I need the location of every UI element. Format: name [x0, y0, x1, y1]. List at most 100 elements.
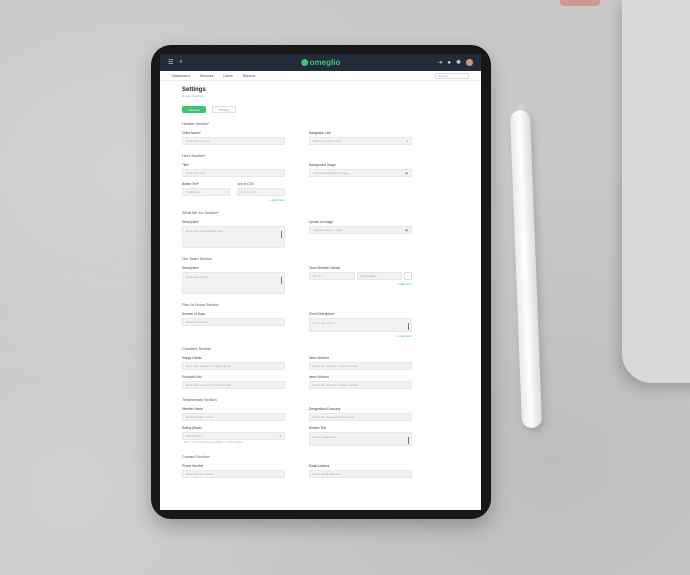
hero-title-input[interactable]: Enter title here: [182, 169, 285, 177]
nav-item-services[interactable]: Services: [200, 74, 214, 78]
page-title: Settings: [182, 87, 206, 93]
settings-content: Settings Home / Settings General Securit…: [160, 81, 481, 478]
contact-section-title: Contact Section*: [182, 455, 211, 459]
client-name-label: Client Name*: [182, 131, 201, 135]
stats-desc-textarea[interactable]: Enter description: [309, 318, 412, 332]
breadcrumb: Home / Settings: [182, 94, 204, 98]
button-text-label: Button Text*: [182, 182, 200, 186]
about-upload-input[interactable]: Upload image or video ▣: [309, 226, 412, 234]
nav-item-reports[interactable]: Reports: [243, 74, 256, 78]
products-sold-label: Products Sold: [182, 375, 202, 379]
search-icon[interactable]: ⌕: [179, 59, 182, 66]
gear-icon[interactable]: ✺: [456, 59, 461, 66]
team-member-row: Name Designation ⌕: [309, 272, 412, 280]
designation-label: Designation/Company: [309, 407, 341, 411]
days-input[interactable]: Enter count here: [182, 318, 285, 326]
button-text-input[interactable]: Contact us: [182, 188, 230, 196]
team-member-name-input[interactable]: Name: [309, 272, 355, 280]
search-icon[interactable]: ⌕: [404, 272, 412, 280]
team-description-textarea[interactable]: Enter description: [182, 272, 285, 294]
stylus: [509, 109, 543, 429]
resize-handle[interactable]: [408, 323, 409, 330]
resize-handle[interactable]: [281, 277, 282, 284]
about-upload-value: Upload image or video: [313, 228, 344, 232]
rating-value: Select rating: [186, 434, 203, 438]
years-worked-label: Items Worked: [309, 375, 329, 379]
resize-handle[interactable]: [281, 231, 282, 238]
hero-section-title: Hero Section*: [182, 154, 206, 158]
app-topbar: ☰ ⌕ omeglio ⇥ ● ✺: [160, 54, 481, 71]
settings-tabs: General Security: [182, 106, 459, 113]
app-logo[interactable]: omeglio: [300, 58, 341, 67]
tablet-screen: ☰ ⌕ omeglio ⇥ ● ✺ Dashboard Services Use…: [160, 54, 481, 510]
hero-title-label: Title*: [182, 163, 190, 167]
navigation-list-value: Select an option here: [313, 139, 342, 143]
chevron-down-icon: ▾: [279, 434, 281, 438]
chevron-down-icon: ▾: [406, 139, 408, 143]
hamburger-icon[interactable]: ☰: [168, 59, 173, 66]
nav-search-input[interactable]: Search...: [435, 72, 469, 79]
rating-select[interactable]: Select rating ▾: [182, 432, 285, 440]
cta-link-label: Link to CTA: [237, 182, 254, 186]
navigation-list-select[interactable]: Select an option here ▾: [309, 137, 412, 145]
upload-icon: ▣: [405, 228, 408, 232]
team-section-title: Our Team Section: [182, 257, 213, 261]
tab-security[interactable]: Security: [212, 106, 236, 113]
designation-input[interactable]: Enter the designation/company: [309, 413, 412, 421]
header-section-title: Header Section*: [182, 122, 210, 126]
counter-section-title: Counters Section: [182, 347, 212, 351]
client-name-input[interactable]: Enter client name: [182, 137, 285, 145]
rating-label: Rating (Stars): [182, 426, 202, 430]
laptop-edge: [560, 0, 600, 6]
phone-input[interactable]: Enter phone number: [182, 470, 285, 478]
tab-general[interactable]: General: [182, 106, 206, 113]
items-worked-label: Items Worked: [309, 356, 329, 360]
review-label: Review Text: [309, 426, 327, 430]
team-member-role-input[interactable]: Designation: [356, 272, 402, 280]
bell-icon[interactable]: ●: [447, 60, 451, 66]
resize-handle[interactable]: [408, 437, 409, 444]
rating-hint: * Note - If no testimonial is available,…: [182, 441, 243, 444]
member-name-label: Member Name: [182, 407, 204, 411]
years-worked-input[interactable]: Enter the number of years worked: [309, 381, 412, 389]
testimonial-section-title: Testimonials Section: [182, 398, 217, 402]
about-description-label: Description*: [182, 220, 200, 224]
happy-clients-label: Happy Clients: [182, 356, 202, 360]
products-sold-input[interactable]: Enter the number of products sold: [182, 381, 285, 389]
about-upload-label: Upload an image: [309, 220, 334, 224]
about-description-value: Enter short description here: [186, 229, 223, 233]
phone-label: Phone Number: [182, 464, 204, 468]
about-section-title: What We Do Section*: [182, 211, 219, 215]
stats-desc-label: Short Description*: [309, 312, 335, 316]
email-label: Email Address: [309, 464, 330, 468]
navigation-list-label: Navigation List*: [309, 131, 332, 135]
member-name-input[interactable]: Enter member name: [182, 413, 285, 421]
days-label: Number of Days: [182, 312, 206, 316]
stats-desc-value: Enter description: [313, 321, 336, 325]
bg-image-upload[interactable]: Upload background image ▣: [309, 169, 412, 177]
team-add-more-link[interactable]: + Add more: [309, 282, 412, 286]
upload-icon: ▣: [405, 171, 408, 175]
avatar[interactable]: [466, 59, 473, 66]
hero-add-more-link[interactable]: + Add more: [182, 198, 285, 202]
happy-clients-input[interactable]: Enter the number of happy clients: [182, 362, 285, 370]
cta-link-input[interactable]: Link to CTA: [237, 188, 285, 196]
logo-text: omeglio: [309, 58, 341, 67]
items-worked-input[interactable]: Enter the number of items worked: [309, 362, 412, 370]
review-textarea[interactable]: Enter review here: [309, 432, 412, 446]
app-navbar: Dashboard Services Users Reports Search.…: [160, 71, 481, 81]
nav-item-users[interactable]: Users: [223, 74, 232, 78]
arrow-icon[interactable]: ⇥: [437, 59, 442, 66]
stats-add-more-link[interactable]: + Add more: [309, 334, 412, 338]
bg-image-label: Background Image: [309, 163, 336, 167]
nav-item-dashboard[interactable]: Dashboard: [172, 74, 190, 78]
about-description-textarea[interactable]: Enter short description here: [182, 226, 285, 248]
logo-mark-icon: [300, 59, 308, 66]
team-member-label: Team Member Details: [309, 266, 340, 270]
email-input[interactable]: Enter email address: [309, 470, 412, 478]
team-description-value: Enter description: [186, 275, 209, 279]
review-value: Enter review here: [313, 435, 337, 439]
team-description-label: Description*: [182, 266, 200, 270]
stats-section-title: Plan In Hours Section: [182, 303, 219, 307]
bg-image-value: Upload background image: [313, 171, 349, 175]
